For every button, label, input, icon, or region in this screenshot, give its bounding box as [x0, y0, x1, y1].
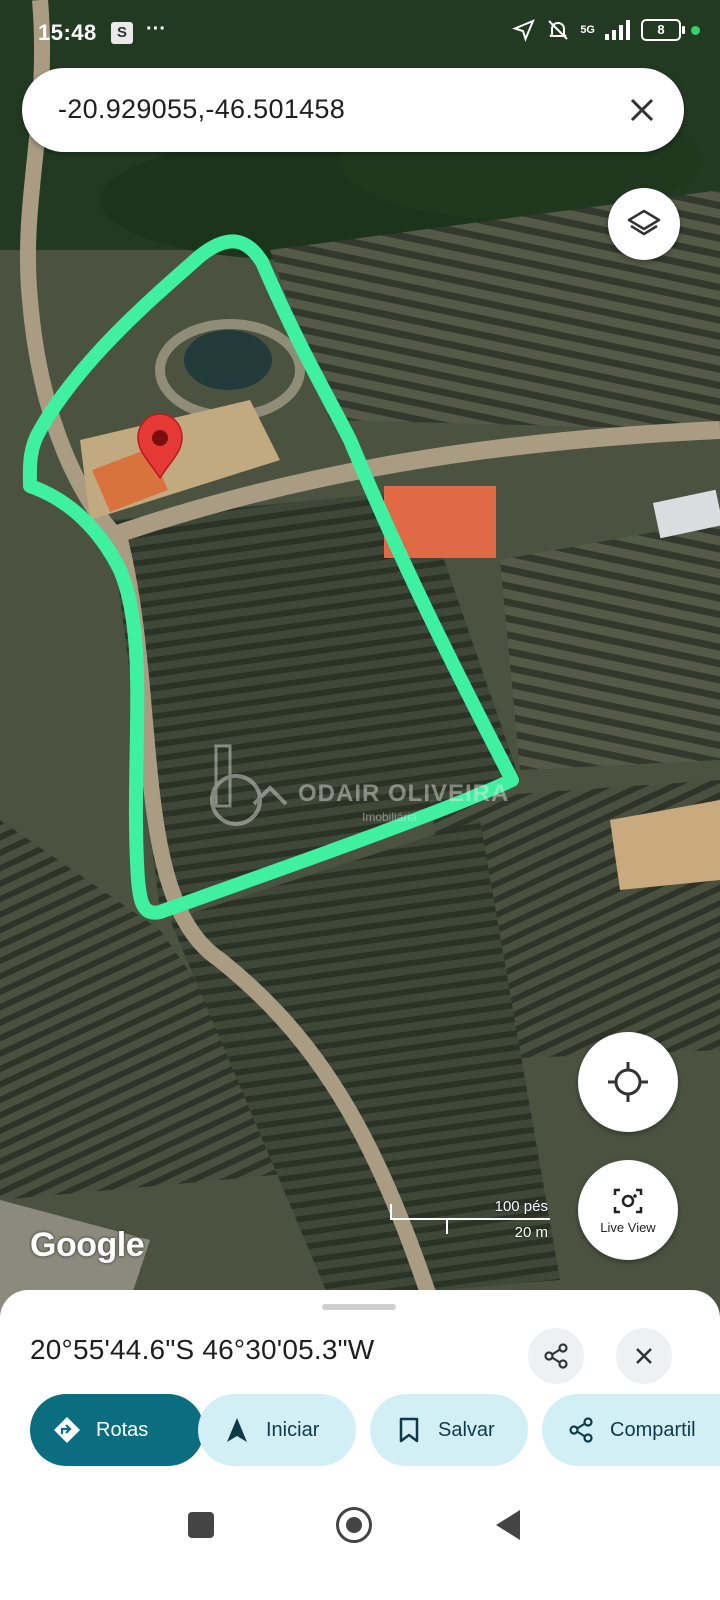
live-view-camera-icon	[613, 1188, 643, 1213]
my-location-icon	[608, 1062, 648, 1102]
navigation-arrow-icon	[222, 1415, 252, 1445]
share-button[interactable]	[528, 1328, 584, 1384]
share-icon	[544, 1343, 568, 1369]
status-bar: 15:48 S ··· 5G 8	[0, 0, 720, 68]
close-icon	[636, 1348, 652, 1364]
bookmark-icon	[394, 1415, 424, 1445]
drag-handle[interactable]	[322, 1304, 396, 1310]
more-notifications-icon: ···	[146, 18, 166, 40]
privacy-indicator-icon	[691, 25, 700, 35]
home-icon[interactable]	[336, 1507, 372, 1543]
watermark-title: ODAIR OLIVEIRA	[298, 780, 510, 807]
action-chips: Rotas Iniciar Salvar Compartil	[30, 1394, 720, 1466]
start-label: Iniciar	[266, 1418, 320, 1441]
my-location-button[interactable]	[578, 1032, 678, 1132]
share-chip-label: Compartil	[610, 1418, 696, 1441]
live-view-label: Live View	[600, 1219, 656, 1235]
watermark-logo-icon	[210, 744, 288, 826]
scale-imperial: 100 pés	[494, 1198, 548, 1215]
save-label: Salvar	[438, 1418, 495, 1441]
back-icon[interactable]	[496, 1510, 520, 1540]
save-button[interactable]: Salvar	[370, 1394, 528, 1466]
coordinates-title: 20°55'44.6"S 46°30'05.3"W	[30, 1334, 375, 1365]
signal-icon	[605, 20, 630, 40]
clock: 15:48	[38, 20, 97, 45]
layers-button[interactable]	[608, 188, 680, 260]
watermark: ODAIR OLIVEIRA Imobiliária	[200, 740, 520, 830]
close-icon[interactable]	[622, 90, 662, 130]
share-chip-button[interactable]: Compartil	[542, 1394, 720, 1466]
share-icon	[566, 1415, 596, 1445]
battery-icon: 8	[641, 19, 685, 41]
recents-icon[interactable]	[188, 1512, 214, 1538]
close-sheet-button[interactable]	[616, 1328, 672, 1384]
google-attribution: Google	[30, 1226, 145, 1264]
search-query[interactable]: -20.929055,-46.501458	[58, 94, 345, 125]
satellite-imagery	[0, 0, 720, 1330]
network-type: 5G	[580, 24, 595, 36]
layers-icon	[627, 209, 661, 236]
satellite-map[interactable]: ODAIR OLIVEIRA Imobiliária	[0, 0, 720, 1330]
directions-button[interactable]: Rotas	[30, 1394, 204, 1466]
directions-label: Rotas	[96, 1418, 149, 1441]
scale-metric: 20 m	[514, 1224, 548, 1241]
search-bar[interactable]: -20.929055,-46.501458	[22, 68, 684, 152]
watermark-subtitle: Imobiliária	[362, 810, 417, 824]
directions-icon	[52, 1415, 82, 1445]
location-arrow-icon	[512, 19, 536, 42]
live-view-button[interactable]: Live View	[578, 1160, 678, 1260]
mute-bell-icon	[548, 20, 569, 40]
system-navigation-bar	[0, 1490, 720, 1600]
start-button[interactable]: Iniciar	[198, 1394, 356, 1466]
map-scale: 100 pés 20 m	[390, 1196, 550, 1246]
app-notification-icon: S	[111, 22, 133, 44]
